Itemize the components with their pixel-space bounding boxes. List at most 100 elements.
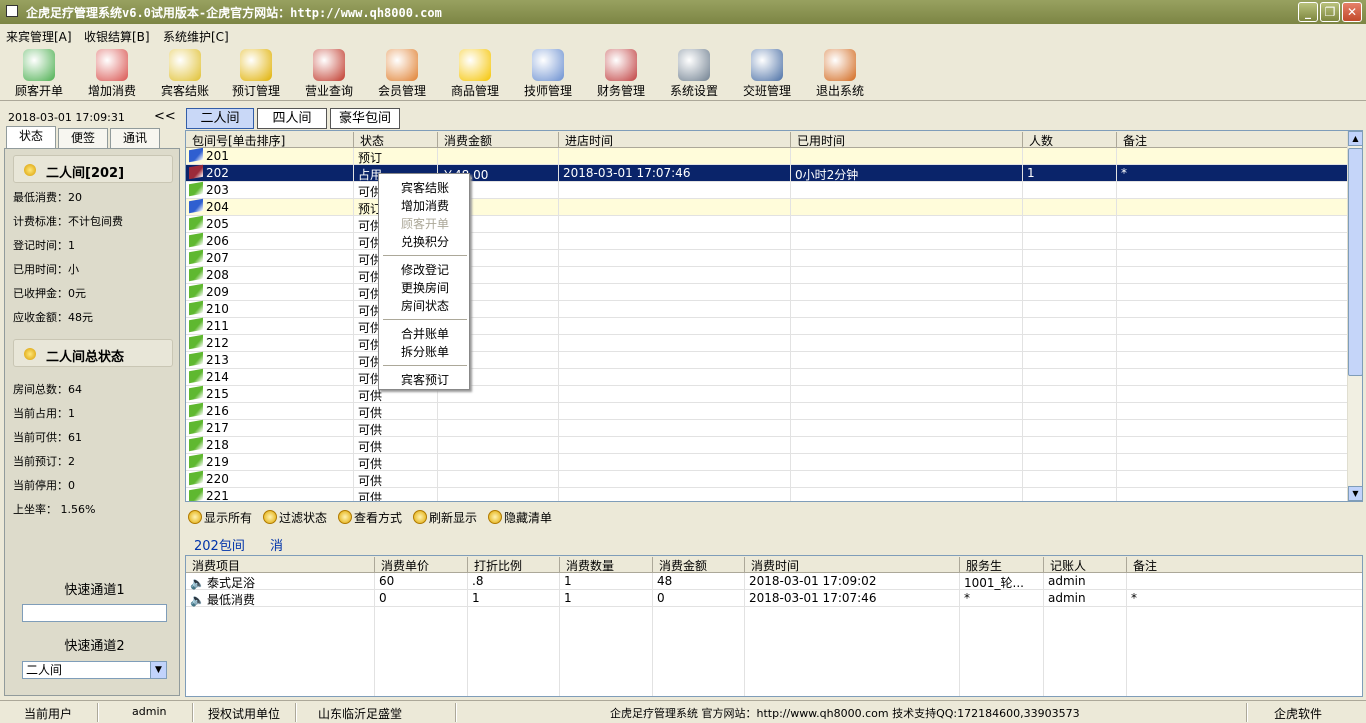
toolbar-button-7[interactable]: 技师管理 [513, 47, 583, 99]
chevron-down-icon[interactable]: ▼ [150, 662, 166, 678]
toolbar-button-0[interactable]: 顾客开单 [4, 47, 74, 99]
filter-status-button[interactable]: 过滤状态 [263, 509, 327, 526]
toolbar-label: 会员管理 [377, 84, 426, 98]
total-info: 当前预订：2 [13, 455, 75, 468]
tab-two-person[interactable]: 二人间 [186, 108, 254, 129]
toolbar-button-3[interactable]: 预订管理 [221, 47, 291, 99]
tab-contacts[interactable]: 通讯 [110, 128, 160, 148]
col-qty[interactable]: 消费数量 [560, 557, 653, 573]
quick-channel-1-input[interactable] [22, 604, 167, 622]
toolbar-button-1[interactable]: 增加消费 [77, 47, 147, 99]
table-row[interactable]: 214 可供 [186, 368, 1348, 386]
toolbar-label: 系统设置 [669, 84, 718, 98]
col-people[interactable]: 人数 [1023, 132, 1117, 148]
refresh-button[interactable]: 刷新显示 [413, 509, 477, 526]
toolbar-button-4[interactable]: 营业查询 [294, 47, 364, 99]
col-waiter[interactable]: 服务生 [960, 557, 1044, 573]
minimize-icon[interactable]: _ [1298, 2, 1318, 22]
tab-luxury[interactable]: 豪华包间 [330, 108, 400, 129]
table-row[interactable]: 221 可供 [186, 487, 1348, 501]
ctx-change-room[interactable]: 更换房间 [401, 279, 449, 296]
table-row[interactable]: 202占用￥48.002018-03-01 17:07:460小时2分钟1* [186, 164, 1348, 182]
table-row[interactable]: 206 可供 [186, 232, 1348, 250]
table-row[interactable]: 209 可供 [186, 283, 1348, 301]
toolbar-button-8[interactable]: 财务管理 [586, 47, 656, 99]
cell-waiter: 1001_轮... [964, 576, 1024, 590]
toolbar-button-2[interactable]: 宾客结账 [150, 47, 220, 99]
status-dot-icon [24, 348, 36, 360]
toolbar-button-10[interactable]: 交班管理 [732, 47, 802, 99]
ctx-merge-bill[interactable]: 合并账单 [401, 325, 449, 342]
menu-system[interactable]: 系统维护[C] [163, 28, 229, 45]
col-detail-note[interactable]: 备注 [1127, 557, 1362, 573]
col-checkin[interactable]: 进店时间 [559, 132, 791, 148]
menu-cashier[interactable]: 收银结算[B] [84, 28, 150, 45]
col-discount[interactable]: 打折比例 [468, 557, 560, 573]
tab-status[interactable]: 状态 [6, 126, 56, 149]
table-row[interactable]: 205 可供 [186, 215, 1348, 233]
table-row[interactable]: 213 可供 [186, 351, 1348, 369]
technician-icon [532, 49, 564, 81]
filter-icon [263, 510, 277, 524]
view-mode-button[interactable]: 查看方式 [338, 509, 402, 526]
table-row[interactable]: 208 可供 [186, 266, 1348, 284]
ctx-split-bill[interactable]: 拆分账单 [401, 343, 449, 360]
table-row[interactable]: 218 可供 [186, 436, 1348, 454]
table-row[interactable]: 217 可供 [186, 419, 1348, 437]
col-room[interactable]: 包间号[单击排序] [186, 132, 354, 148]
col-elapsed[interactable]: 已用时间 [791, 132, 1023, 148]
table-row[interactable]: 207 可供 [186, 249, 1348, 267]
hide-list-button[interactable]: 隐藏清单 [488, 509, 552, 526]
col-status[interactable]: 状态 [354, 132, 438, 148]
ctx-room-status[interactable]: 房间状态 [401, 297, 449, 314]
toolbar-button-11[interactable]: 退出系统 [805, 47, 875, 99]
table-row[interactable]: 210 可供 [186, 300, 1348, 318]
cell-room: 214 [206, 370, 229, 384]
table-row[interactable]: 203 可供 [186, 181, 1348, 199]
ctx-checkout[interactable]: 宾客结账 [401, 179, 449, 196]
collapse-icon[interactable]: << [154, 109, 176, 124]
col-amount[interactable]: 消费金额 [653, 557, 745, 573]
scroll-thumb[interactable] [1348, 148, 1362, 376]
cell-room: 201 [206, 149, 229, 163]
add-consumption-icon [96, 49, 128, 81]
cell-note: * [1131, 591, 1137, 605]
toolbar: 顾客开单 增加消费 宾客结账 预订管理 营业查询 会员管理 商品管理 技师管理 财务管理 系统设置… [0, 45, 1366, 101]
room-grid: 包间号[单击排序] 状态 消费金额 进店时间 已用时间 人数 备注 201 预订 2… [185, 130, 1363, 502]
table-row[interactable]: 🔈 最低消费 0 1 1 0 2018-03-01 17:07:46 * admin * [186, 590, 1362, 607]
col-item[interactable]: 消费项目 [186, 557, 375, 573]
table-row[interactable]: 212 可供 [186, 334, 1348, 352]
toolbar-button-5[interactable]: 会员管理 [367, 47, 437, 99]
table-row[interactable]: 211 可供 [186, 317, 1348, 335]
cell-status: 可供 [358, 406, 383, 420]
col-price[interactable]: 消费单价 [375, 557, 468, 573]
tab-four-person[interactable]: 四人间 [257, 108, 327, 129]
scroll-up-icon[interactable]: ▲ [1348, 131, 1362, 146]
menu-guest[interactable]: 来宾管理[A] [6, 28, 72, 45]
col-recorder[interactable]: 记账人 [1044, 557, 1127, 573]
quick-channel-2-select[interactable]: 二人间 ▼ [22, 661, 167, 679]
ctx-reserve[interactable]: 宾客预订 [401, 371, 449, 388]
show-all-button[interactable]: 显示所有 [188, 509, 252, 526]
ctx-add-consumption[interactable]: 增加消费 [401, 197, 449, 214]
ctx-redeem-points[interactable]: 兑换积分 [401, 233, 449, 250]
tab-notes[interactable]: 便签 [58, 128, 108, 148]
ctx-edit-registration[interactable]: 修改登记 [401, 261, 449, 278]
col-amount[interactable]: 消费金额 [438, 132, 559, 148]
table-row[interactable]: 204 预订 [186, 198, 1348, 216]
table-row[interactable]: 215 可供 [186, 385, 1348, 403]
table-row[interactable]: 220 可供 [186, 470, 1348, 488]
table-row[interactable]: 201 预订 [186, 147, 1348, 165]
close-icon[interactable]: ✕ [1342, 2, 1362, 22]
toolbar-button-9[interactable]: 系统设置 [659, 47, 729, 99]
col-note[interactable]: 备注 [1117, 132, 1348, 148]
table-row[interactable]: 🔈 泰式足浴 60 .8 1 48 2018-03-01 17:09:02 1001_轮...… [186, 573, 1362, 590]
toolbar-button-6[interactable]: 商品管理 [440, 47, 510, 99]
col-time[interactable]: 消费时间 [745, 557, 960, 573]
maximize-icon[interactable]: ❐ [1320, 2, 1340, 22]
table-row[interactable]: 216 可供 [186, 402, 1348, 420]
grid-scrollbar[interactable]: ▲ ▼ [1347, 131, 1362, 501]
table-row[interactable]: 219 可供 [186, 453, 1348, 471]
toolbar-label: 财务管理 [596, 84, 645, 98]
scroll-down-icon[interactable]: ▼ [1348, 486, 1362, 501]
